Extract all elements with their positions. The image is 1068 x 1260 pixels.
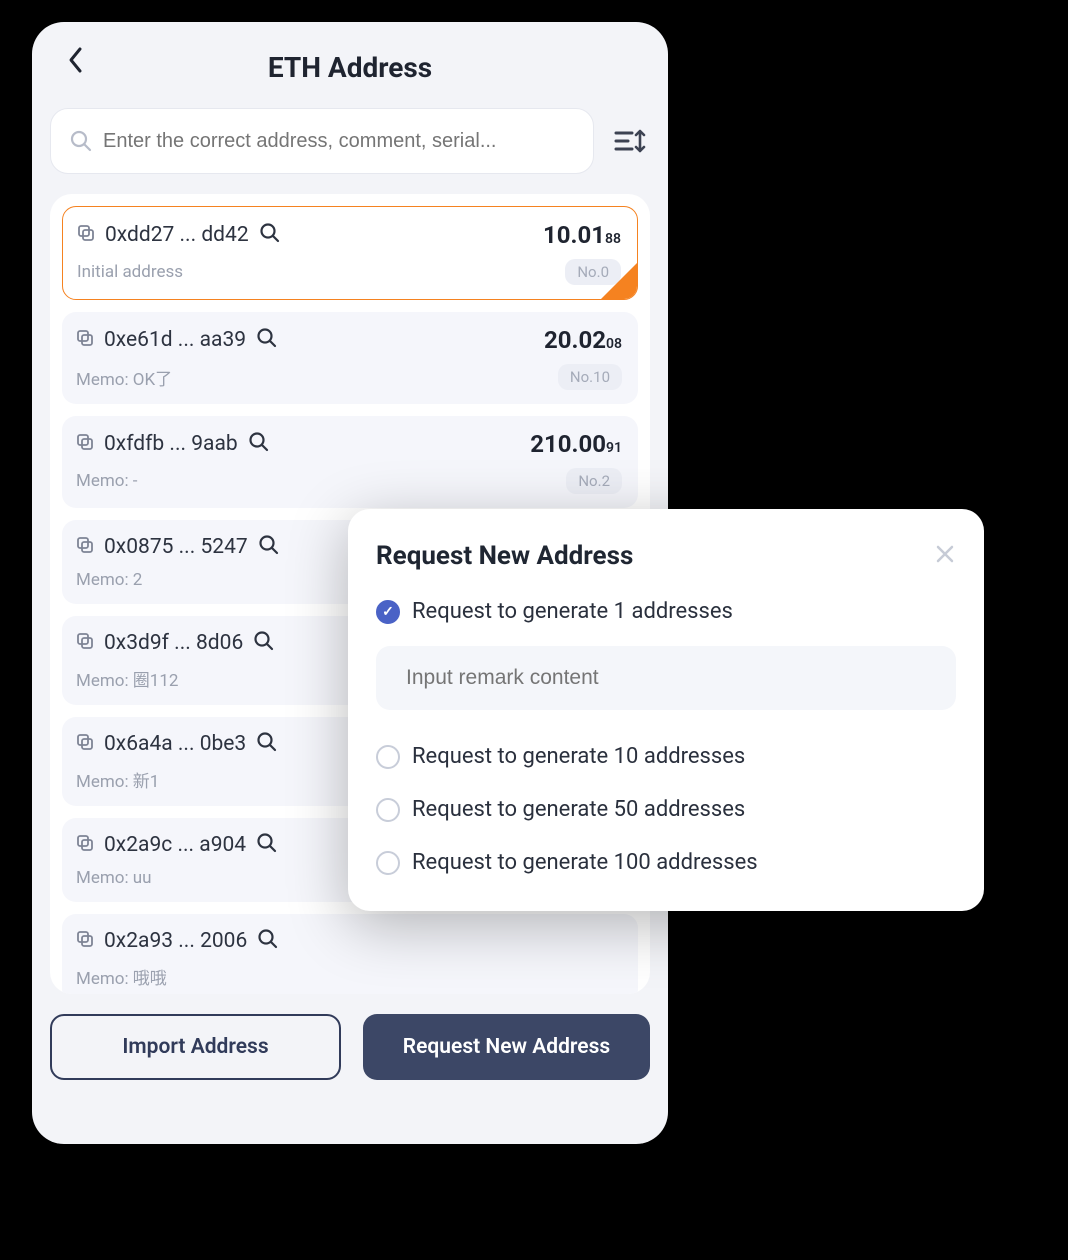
request-option[interactable]: Request to generate 10 addresses xyxy=(376,744,956,769)
option-label: Request to generate 50 addresses xyxy=(412,797,745,822)
number-badge: No.10 xyxy=(558,364,622,390)
modal-close-button[interactable] xyxy=(934,543,956,569)
address-row-main: 0x2a93 ... 2006 xyxy=(76,928,622,954)
balance-value: 210.0091 xyxy=(530,430,622,458)
copy-icon[interactable] xyxy=(76,329,94,351)
remark-input[interactable] xyxy=(376,646,956,710)
copy-icon[interactable] xyxy=(76,733,94,755)
address-card[interactable]: 0xe61d ... aa39 20.0208 Memo: OK了 No.10 xyxy=(62,312,638,404)
memo-text: Memo: 圈112 xyxy=(76,666,178,691)
address-card[interactable]: 0xfdfb ... 9aab 210.0091 Memo: - No.2 xyxy=(62,416,638,508)
back-button[interactable] xyxy=(62,46,90,74)
magnify-icon[interactable] xyxy=(253,630,275,656)
search-icon xyxy=(69,129,93,153)
address-text: 0x0875 ... 5247 xyxy=(104,535,248,559)
sort-button[interactable] xyxy=(612,122,650,160)
copy-icon[interactable] xyxy=(77,224,95,246)
radio-icon xyxy=(376,798,400,822)
bottom-bar: Import Address Request New Address xyxy=(50,1014,650,1080)
sort-icon xyxy=(614,127,648,155)
address-row-meta: Memo: OK了 No.10 xyxy=(76,364,622,390)
radio-icon xyxy=(376,851,400,875)
address-text: 0xfdfb ... 9aab xyxy=(104,432,238,456)
memo-text: Memo: - xyxy=(76,471,138,491)
memo-text: Memo: OK了 xyxy=(76,365,172,390)
option-label: Request to generate 10 addresses xyxy=(412,744,745,769)
radio-icon xyxy=(376,745,400,769)
memo-text: Initial address xyxy=(77,262,183,282)
search-row xyxy=(50,108,650,174)
memo-text: Memo: 哦哦 xyxy=(76,964,167,989)
number-badge: No.0 xyxy=(565,259,621,285)
address-text: 0xdd27 ... dd42 xyxy=(105,223,249,247)
magnify-icon[interactable] xyxy=(259,222,281,248)
address-text: 0xe61d ... aa39 xyxy=(104,328,246,352)
copy-icon[interactable] xyxy=(76,433,94,455)
modal-header: Request New Address xyxy=(376,541,956,571)
request-new-address-modal: Request New Address Request to generate … xyxy=(348,509,984,911)
chevron-left-icon xyxy=(67,46,85,74)
option-label: Request to generate 100 addresses xyxy=(412,850,758,875)
magnify-icon[interactable] xyxy=(248,431,270,457)
memo-text: Memo: 新1 xyxy=(76,767,159,792)
magnify-icon[interactable] xyxy=(257,928,279,954)
search-input[interactable] xyxy=(103,130,575,153)
request-option[interactable]: Request to generate 100 addresses xyxy=(376,850,956,875)
header: ETH Address xyxy=(50,22,650,100)
copy-icon[interactable] xyxy=(76,834,94,856)
request-new-address-button[interactable]: Request New Address xyxy=(363,1014,650,1080)
address-row-main: 0xfdfb ... 9aab 210.0091 xyxy=(76,430,622,458)
copy-icon[interactable] xyxy=(76,930,94,952)
memo-text: Memo: 2 xyxy=(76,570,142,590)
balance-value: 10.0188 xyxy=(543,221,621,249)
address-row-main: 0xe61d ... aa39 20.0208 xyxy=(76,326,622,354)
address-text: 0x2a93 ... 2006 xyxy=(104,929,247,953)
option-label: Request to generate 1 addresses xyxy=(412,599,733,624)
balance-value: 20.0208 xyxy=(544,326,622,354)
copy-icon[interactable] xyxy=(76,536,94,558)
page-title: ETH Address xyxy=(268,51,432,84)
magnify-icon[interactable] xyxy=(256,832,278,858)
address-text: 0x3d9f ... 8d06 xyxy=(104,631,243,655)
search-box[interactable] xyxy=(50,108,594,174)
address-text: 0x2a9c ... a904 xyxy=(104,833,246,857)
import-address-button[interactable]: Import Address xyxy=(50,1014,341,1080)
address-row-meta: Initial address No.0 xyxy=(77,259,621,285)
address-row-meta: Memo: - No.2 xyxy=(76,468,622,494)
close-icon xyxy=(934,543,956,565)
magnify-icon[interactable] xyxy=(256,327,278,353)
address-row-main: 0xdd27 ... dd42 10.0188 xyxy=(77,221,621,249)
request-option[interactable]: Request to generate 1 addresses xyxy=(376,599,956,624)
copy-icon[interactable] xyxy=(76,632,94,654)
number-badge: No.2 xyxy=(566,468,622,494)
address-card[interactable]: 0x2a93 ... 2006 Memo: 哦哦 xyxy=(62,914,638,994)
address-card[interactable]: 0xdd27 ... dd42 10.0188 Initial address … xyxy=(62,206,638,300)
address-text: 0x6a4a ... 0be3 xyxy=(104,732,246,756)
address-row-meta: Memo: 哦哦 xyxy=(76,964,622,989)
modal-title: Request New Address xyxy=(376,541,633,571)
memo-text: Memo: uu xyxy=(76,868,152,888)
magnify-icon[interactable] xyxy=(256,731,278,757)
magnify-icon[interactable] xyxy=(258,534,280,560)
request-option[interactable]: Request to generate 50 addresses xyxy=(376,797,956,822)
radio-checked-icon xyxy=(376,600,400,624)
